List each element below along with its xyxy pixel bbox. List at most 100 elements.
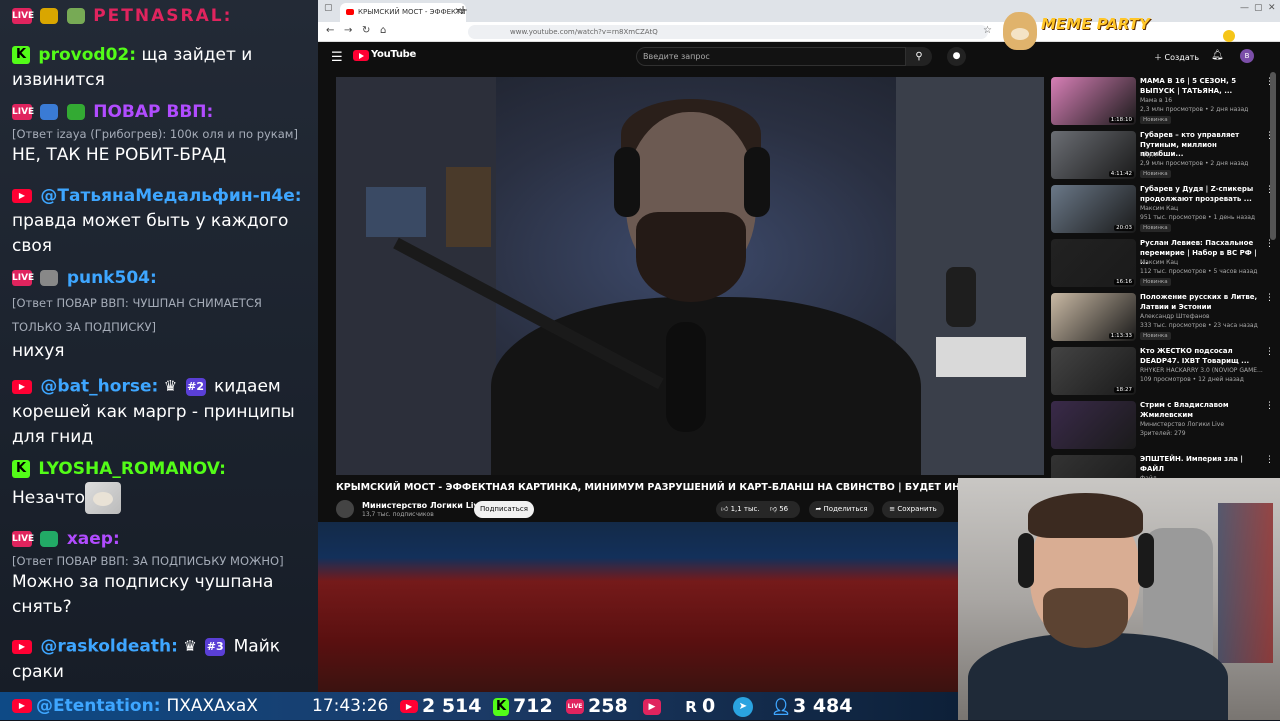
rec-channel[interactable]: Мама в 16 — [1140, 97, 1172, 104]
avatar[interactable]: В — [1240, 49, 1254, 63]
browser-tab[interactable]: КРЫМСКИЙ МОСТ - ЭФФЕКТИВ ✕ — [340, 3, 466, 22]
create-button[interactable]: ＋ Создать — [1154, 52, 1199, 63]
video-player[interactable] — [336, 77, 1044, 475]
scrollbar[interactable] — [1270, 72, 1276, 240]
rec-meta: 951 тыс. просмотров • 1 день назад — [1140, 214, 1256, 221]
rec-channel[interactable]: Министерство Логики Live — [1140, 421, 1224, 428]
more-options-icon[interactable]: ⋮ — [1265, 401, 1274, 411]
crown-icon: ♛ — [183, 637, 197, 655]
recommendation-item[interactable]: 18:27 Кто ЖЕСТКО подсосал DEADP47. IXBT Т… — [1051, 347, 1276, 401]
maximize-icon[interactable]: ▢ — [1254, 3, 1263, 13]
forward-icon[interactable]: → — [344, 25, 352, 36]
rec-thumbnail[interactable]: 18:27 — [1051, 347, 1136, 395]
rec-title[interactable]: Губарев у Дудя | Z-спикеры продолжают пр… — [1140, 185, 1260, 204]
background-band — [318, 522, 958, 720]
rec-title[interactable]: Кто ЖЕСТКО подсосал DEADP47. IXBT Товари… — [1140, 347, 1260, 366]
more-options-icon[interactable]: ⋮ — [1265, 347, 1274, 357]
cat-emote-icon — [85, 482, 122, 514]
back-icon[interactable]: ← — [326, 25, 334, 36]
vk-live-icon: LIVE — [566, 699, 584, 714]
share-button[interactable]: ➦ Поделиться — [809, 501, 874, 518]
webcam-view — [958, 478, 1280, 720]
vk-live-badge: LIVE — [12, 531, 34, 547]
new-tab-icon[interactable]: + — [458, 3, 468, 17]
rec-meta: 112 тыс. просмотров • 5 часов назад — [1140, 268, 1258, 275]
close-window-icon[interactable]: ✕ — [1268, 3, 1276, 13]
rec-thumbnail[interactable]: 4:11:42 — [1051, 131, 1136, 179]
kick-viewers: K 712 — [493, 692, 553, 720]
chat-nick[interactable]: @ТатьянаМедальфин-п4е: — [40, 186, 301, 206]
home-icon[interactable]: ⌂ — [380, 25, 386, 36]
chat-message: K provod02: ща зайдет и извинится — [12, 43, 312, 93]
mic-icon[interactable]: ● — [947, 47, 966, 66]
rec-title[interactable]: ЭПШТЕЙН. Империя зла | ФАЙЛ — [1140, 455, 1260, 474]
picture-frame — [366, 187, 426, 237]
total-viewers: 👤︎3 484 — [771, 692, 853, 720]
chat-nick[interactable]: @raskoldeath: — [40, 637, 178, 657]
chat-nick[interactable]: @Etentation: — [36, 696, 161, 716]
rec-thumbnail[interactable] — [1051, 401, 1136, 449]
bookmark-icon[interactable]: ☆ — [983, 25, 992, 36]
subscribe-button[interactable]: Подписаться — [474, 501, 534, 518]
rec-title[interactable]: Стрим с Владиславом Жмилевским — [1140, 401, 1260, 420]
url-field[interactable]: www.youtube.com/watch?v=rn8XmCZAtQ — [468, 25, 988, 39]
chat-nick[interactable]: @bat_horse: — [40, 377, 158, 397]
vk-live-badge: LIVE — [12, 104, 34, 120]
rec-thumbnail[interactable]: 16:16 — [1051, 239, 1136, 287]
channel-avatar[interactable] — [336, 500, 354, 518]
rec-channel[interactable]: Александр Штефанов — [1140, 313, 1210, 320]
more-options-icon[interactable]: ⋮ — [1265, 455, 1274, 465]
tab-list-icon[interactable]: ▢ — [324, 3, 333, 13]
chat-nick[interactable]: xaep: — [67, 529, 120, 549]
search-button[interactable]: ⚲ — [906, 47, 932, 66]
channel-name[interactable]: Министерство Логики Live — [362, 501, 484, 510]
recommendation-item[interactable]: Стрим с Владиславом Жмилевским Министерст… — [1051, 401, 1276, 455]
recommendation-item[interactable]: 20:03 Губарев у Дудя | Z-спикеры продолжа… — [1051, 185, 1276, 239]
menu-icon[interactable]: ☰ — [331, 50, 343, 65]
more-options-icon[interactable]: ⋮ — [1265, 239, 1274, 249]
reload-icon[interactable]: ↻ — [362, 25, 370, 36]
more-options-icon[interactable]: ⋮ — [1265, 293, 1274, 303]
like-button[interactable]: 👍︎ 1,1 тыс. 👎︎ 56 — [716, 501, 800, 518]
like-icon: 👍︎ — [721, 505, 729, 513]
save-button[interactable]: ≡ Сохранить — [882, 501, 944, 518]
chat-nick[interactable]: ПОВАР ВВП: — [93, 102, 213, 122]
headphone — [1018, 533, 1034, 588]
rec-thumbnail[interactable]: 1:13:33 — [1051, 293, 1136, 341]
rec-channel[interactable]: Максим Кац — [1140, 259, 1178, 266]
youtube-badge: ▶ — [12, 699, 32, 713]
new-badge: Новинка — [1140, 224, 1171, 232]
chat-nick[interactable]: punk504: — [67, 268, 157, 288]
rec-channel[interactable]: вДудь — [1140, 151, 1159, 158]
rutube-icon: R — [685, 697, 697, 716]
youtube-wordmark[interactable]: YouTube — [371, 49, 416, 60]
rutube-viewer-count: 0 — [702, 695, 716, 717]
recommendation-item[interactable]: 1:13:33 Положение русских в Литве, Латвии… — [1051, 293, 1276, 347]
vk-live-viewer-count: 258 — [588, 695, 628, 717]
chat-nick[interactable]: provod02: — [38, 45, 136, 65]
chat-text: правда может быть у каждого своя — [12, 211, 289, 256]
chat-nick[interactable]: LYOSHA_ROMANOV: — [38, 459, 226, 479]
dislike-icon[interactable]: 👎︎ — [770, 505, 777, 513]
youtube-logo-icon[interactable] — [353, 50, 369, 61]
rank-badge: #2 — [185, 377, 206, 396]
chat-nick[interactable]: PETNASRAL: — [93, 6, 232, 26]
new-badge: Новинка — [1140, 332, 1171, 340]
rec-thumbnail[interactable]: 1:18:10 — [1051, 77, 1136, 125]
rec-title[interactable]: Положение русских в Литве, Латвии и Эсто… — [1140, 293, 1260, 312]
rec-duration: 18:27 — [1114, 387, 1134, 393]
chat-text: НЕ, ТАК НЕ РОБИТ-БРАД — [12, 145, 227, 165]
search-input[interactable]: Введите запрос — [636, 47, 906, 66]
bell-icon[interactable]: 🔔︎ — [1211, 50, 1224, 61]
recommendation-item[interactable]: 4:11:42 Губарев – кто управляет Путиным, … — [1051, 131, 1276, 185]
recommendation-item[interactable]: 1:18:10 МАМА В 16 | 5 СЕЗОН, 5 ВЫПУСК | Т… — [1051, 77, 1276, 131]
rec-title[interactable]: МАМА В 16 | 5 СЕЗОН, 5 ВЫПУСК | ТАТЬЯНА,… — [1140, 77, 1260, 96]
rec-channel[interactable]: Максим Кац — [1140, 205, 1178, 212]
recommendation-item[interactable]: 16:16 Руслан Левиев: Пасхальное перемирие… — [1051, 239, 1276, 293]
rec-thumbnail[interactable]: 20:03 — [1051, 185, 1136, 233]
rec-channel[interactable]: RHYKER HACKARRY 3.0 (NOVIOP GAME... — [1140, 367, 1263, 374]
minimize-icon[interactable]: — — [1240, 3, 1249, 13]
youtube-viewer-count: 2 514 — [422, 695, 482, 717]
chat-overlay: LIVE PETNASRAL: K provod02: ща зайдет и … — [0, 0, 318, 695]
figurine — [946, 267, 976, 327]
